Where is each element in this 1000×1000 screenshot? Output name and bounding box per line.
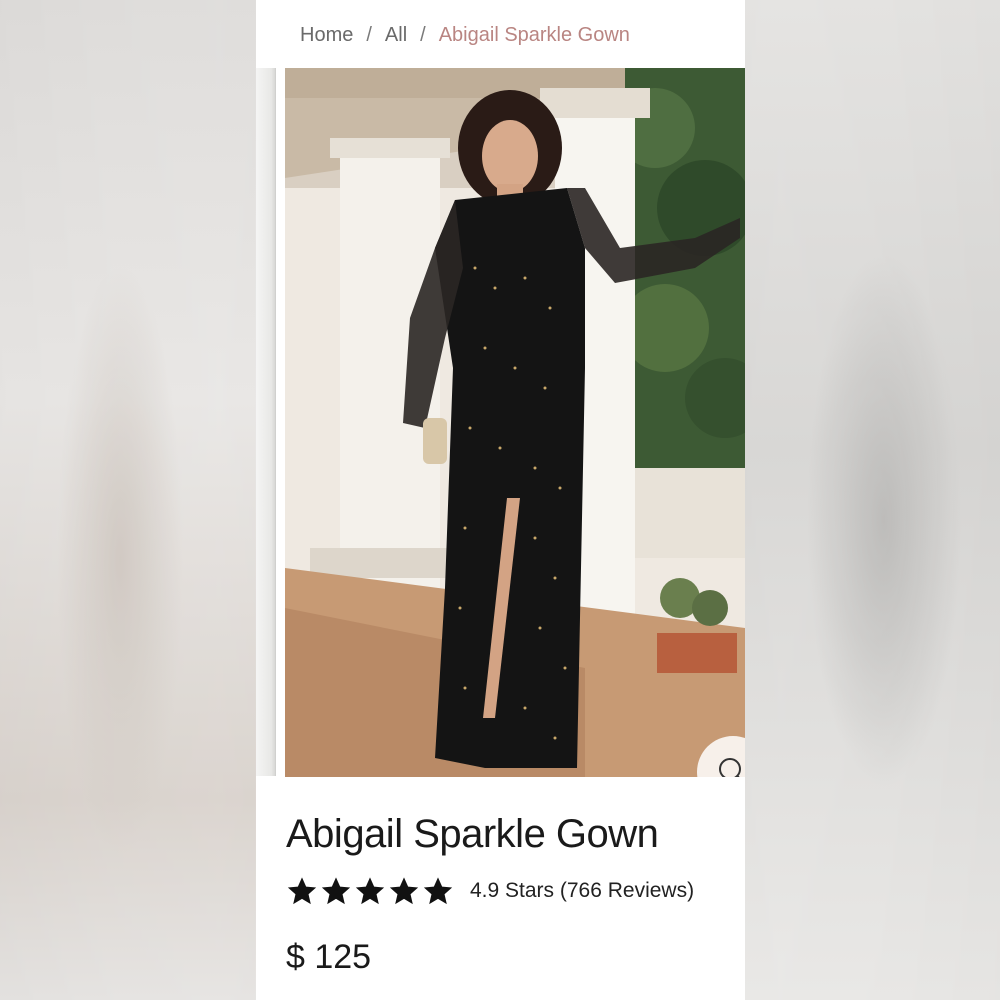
blurred-background-left bbox=[0, 0, 256, 1000]
product-price: $ 125 bbox=[286, 938, 372, 976]
product-rating[interactable]: 4.9 Stars (766 Reviews) bbox=[286, 872, 694, 910]
star-icon bbox=[321, 877, 351, 905]
breadcrumb: Home / All / Abigail Sparkle Gown bbox=[300, 22, 630, 48]
blurred-background-right bbox=[744, 0, 1000, 1000]
product-photo-illustration bbox=[285, 68, 745, 777]
product-title: Abigail Sparkle Gown bbox=[286, 812, 659, 856]
star-icon bbox=[355, 877, 385, 905]
magnifier-icon bbox=[719, 758, 741, 777]
breadcrumb-separator: / bbox=[420, 23, 426, 46]
breadcrumb-all-link[interactable]: All bbox=[385, 24, 407, 47]
product-page: Home / All / Abigail Sparkle Gown Abigai… bbox=[256, 0, 745, 1000]
rating-stars bbox=[286, 875, 454, 907]
rating-summary[interactable]: 4.9 Stars (766 Reviews) bbox=[470, 879, 694, 903]
star-icon bbox=[423, 877, 453, 905]
breadcrumb-home-link[interactable]: Home bbox=[300, 24, 353, 47]
star-icon bbox=[287, 877, 317, 905]
breadcrumb-separator: / bbox=[366, 23, 372, 46]
previous-image-edge[interactable] bbox=[256, 68, 276, 776]
product-image[interactable] bbox=[285, 68, 745, 777]
star-icon bbox=[389, 877, 419, 905]
breadcrumb-current: Abigail Sparkle Gown bbox=[438, 23, 630, 46]
